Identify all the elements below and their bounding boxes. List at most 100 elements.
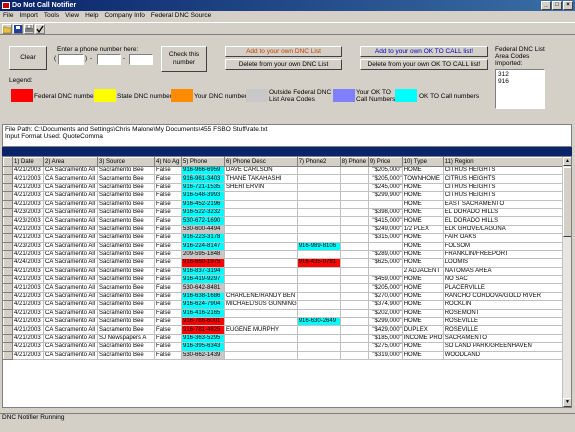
table-row[interactable]: 4/21/2003 CA Sacramento All Sacramento Bee… bbox=[3, 325, 566, 335]
row-selector[interactable] bbox=[3, 174, 13, 184]
add-ok-to-call-button[interactable]: Add to your own OK TO CALL list! bbox=[360, 46, 488, 57]
table-row[interactable]: 4/21/2003 CA Sacramento All Sacramento Bee… bbox=[3, 182, 566, 193]
menu-import[interactable]: Import bbox=[19, 11, 37, 21]
menu-view[interactable]: View bbox=[65, 11, 79, 21]
area-code-input[interactable] bbox=[58, 54, 84, 65]
column-header[interactable]: 1) Date bbox=[12, 157, 44, 167]
table-row[interactable]: 4/21/2003 CA Sacramento All Sacramento Bee… bbox=[3, 291, 566, 302]
table-row[interactable]: 4/21/2003 CA Sacramento All Sacramento Bee… bbox=[3, 283, 566, 293]
row-selector[interactable] bbox=[3, 325, 13, 335]
column-header[interactable]: 4) No Ag bbox=[154, 157, 182, 167]
vertical-scrollbar[interactable]: ▲ ▼ bbox=[562, 157, 571, 407]
row-selector[interactable] bbox=[3, 317, 13, 327]
menu-help[interactable]: Help bbox=[85, 11, 98, 21]
table-row[interactable]: 4/21/2003 CA Sacramento All Sacramento Bee… bbox=[3, 300, 566, 310]
column-header[interactable]: 2) Area bbox=[43, 157, 98, 167]
row-selector[interactable] bbox=[3, 350, 13, 361]
delete-ok-to-call-button[interactable]: Delete from your own OK TO CALL list! bbox=[360, 59, 488, 70]
add-own-dnc-button[interactable]: Add to your own DNC List bbox=[225, 46, 342, 57]
records-grid[interactable]: 1) Date 2) Area 3) Source 4) No Ag 5) Phone 6… bbox=[2, 156, 572, 408]
menu-company-info[interactable]: Company Info bbox=[104, 11, 144, 21]
open-folder-icon[interactable] bbox=[2, 24, 12, 34]
row-selector[interactable] bbox=[3, 258, 13, 268]
table-cell: False bbox=[154, 300, 182, 310]
scroll-up-arrow-icon[interactable]: ▲ bbox=[563, 157, 571, 166]
table-row[interactable]: 4/21/2003 CA Sacramento All Sacramento Bee… bbox=[3, 308, 566, 319]
row-selector[interactable] bbox=[3, 300, 13, 310]
row-selector[interactable] bbox=[3, 291, 13, 302]
row-selector[interactable] bbox=[3, 342, 13, 352]
legend-title: Legend: bbox=[9, 77, 33, 84]
row-selector[interactable] bbox=[3, 216, 13, 226]
print-icon[interactable] bbox=[24, 24, 34, 34]
column-header[interactable]: 6) Phone Desc bbox=[224, 157, 298, 167]
column-header[interactable]: 5) Phone bbox=[181, 157, 225, 167]
table-cell: 4/21/2003 bbox=[12, 267, 44, 277]
table-row[interactable]: 4/21/2003 CA Sacramento All Sacramento Bee… bbox=[3, 275, 566, 285]
row-selector[interactable] bbox=[3, 207, 13, 218]
table-cell: HOME bbox=[402, 300, 444, 310]
close-button[interactable]: × bbox=[563, 1, 573, 10]
table-row[interactable]: 4/21/2003 CA Sacramento All Sacramento Bee… bbox=[3, 224, 566, 235]
delete-own-dnc-button[interactable]: Delete from your own DNC List bbox=[225, 59, 342, 70]
table-cell: 4/21/2003 bbox=[12, 351, 44, 361]
column-header[interactable]: 10) Type bbox=[401, 157, 444, 167]
table-cell bbox=[224, 200, 298, 209]
column-header[interactable]: 8) Phone bbox=[339, 157, 369, 167]
table-row[interactable]: 4/21/2003 CA Sacramento All Sacramento Bee… bbox=[3, 317, 566, 327]
prefix-input[interactable] bbox=[97, 54, 121, 65]
table-row[interactable]: 4/23/2003 CA Sacramento All Sacramento Bee… bbox=[3, 216, 566, 226]
table-cell bbox=[340, 233, 369, 243]
row-selector[interactable] bbox=[3, 224, 13, 235]
check-icon[interactable] bbox=[35, 24, 45, 34]
table-row[interactable]: 4/21/2003 CA Sacramento All Sacramento Bee… bbox=[3, 165, 566, 176]
column-header[interactable]: 3) Source bbox=[97, 157, 155, 167]
table-cell: 4/21/2003 bbox=[12, 309, 44, 319]
check-number-button[interactable]: Check this number bbox=[161, 46, 207, 72]
table-row[interactable]: 4/23/2003 CA Sacramento All Sacramento Bee… bbox=[3, 241, 566, 251]
row-selector[interactable] bbox=[3, 308, 13, 319]
row-selector[interactable] bbox=[3, 275, 13, 285]
clear-button[interactable]: Clear bbox=[9, 46, 47, 70]
line-number-input[interactable] bbox=[129, 54, 153, 65]
row-selector[interactable] bbox=[3, 266, 13, 277]
scroll-down-arrow-icon[interactable]: ▼ bbox=[563, 398, 571, 407]
table-row[interactable]: 4/21/2003 CA Sacramento All SJ Newspapers … bbox=[3, 333, 566, 344]
row-selector[interactable] bbox=[3, 165, 13, 176]
table-cell: 4/23/2003 bbox=[12, 242, 44, 251]
menu-tools[interactable]: Tools bbox=[44, 11, 59, 21]
menu-file[interactable]: File bbox=[3, 11, 13, 21]
row-selector[interactable] bbox=[3, 233, 13, 243]
table-row[interactable]: 4/21/2003 CA Sacramento All Sacramento Bee… bbox=[3, 233, 566, 243]
table-row[interactable]: 4/23/2003 CA Sacramento All Sacramento Bee… bbox=[3, 207, 566, 218]
save-icon[interactable] bbox=[13, 24, 23, 34]
minimize-button[interactable]: _ bbox=[541, 1, 551, 10]
table-row[interactable]: 4/21/2003 CA Sacramento All Sacramento Bee… bbox=[3, 266, 566, 277]
table-row[interactable]: 4/21/2003 CA Sacramento All Sacramento Bee… bbox=[3, 342, 566, 352]
table-cell: False bbox=[154, 292, 182, 302]
scroll-thumb[interactable] bbox=[563, 167, 571, 237]
column-header[interactable]: 7) Phone2 bbox=[296, 157, 341, 167]
table-row[interactable]: 4/21/2003 CA Sacramento All Sacramento Bee… bbox=[3, 350, 566, 361]
row-selector[interactable] bbox=[3, 249, 13, 260]
row-selector[interactable] bbox=[3, 283, 13, 293]
row-selector[interactable] bbox=[3, 241, 13, 251]
table-row[interactable]: 4/24/2003 CA Sacramento All Sacramento Bee… bbox=[3, 258, 566, 268]
row-selector[interactable] bbox=[3, 182, 13, 193]
table-row[interactable]: 4/21/2003 CA Sacramento All Sacramento Bee… bbox=[3, 174, 566, 184]
table-row[interactable]: 4/21/2003 CA Sacramento All Sacramento Bee… bbox=[3, 191, 566, 201]
column-header[interactable]: 11) Region bbox=[442, 157, 566, 167]
area-code-item[interactable]: 312 bbox=[498, 71, 542, 78]
area-code-item[interactable]: 916 bbox=[498, 78, 542, 85]
table-row[interactable]: 4/21/2003 CA Sacramento All Sacramento Bee… bbox=[3, 249, 566, 260]
table-cell: 916-638-1686 bbox=[181, 292, 225, 302]
table-cell bbox=[297, 225, 341, 235]
row-selector[interactable] bbox=[3, 333, 13, 344]
row-selector[interactable] bbox=[3, 199, 13, 209]
maximize-button[interactable]: □ bbox=[552, 1, 562, 10]
area-codes-list[interactable]: 312 916 bbox=[495, 69, 545, 109]
row-selector[interactable] bbox=[3, 191, 13, 201]
menu-federal-dnc-source[interactable]: Federal DNC Source bbox=[151, 11, 211, 21]
column-header[interactable]: 9) Price bbox=[367, 157, 403, 167]
table-row[interactable]: 4/21/2003 CA Sacramento All Sacramento Bee… bbox=[3, 199, 566, 209]
